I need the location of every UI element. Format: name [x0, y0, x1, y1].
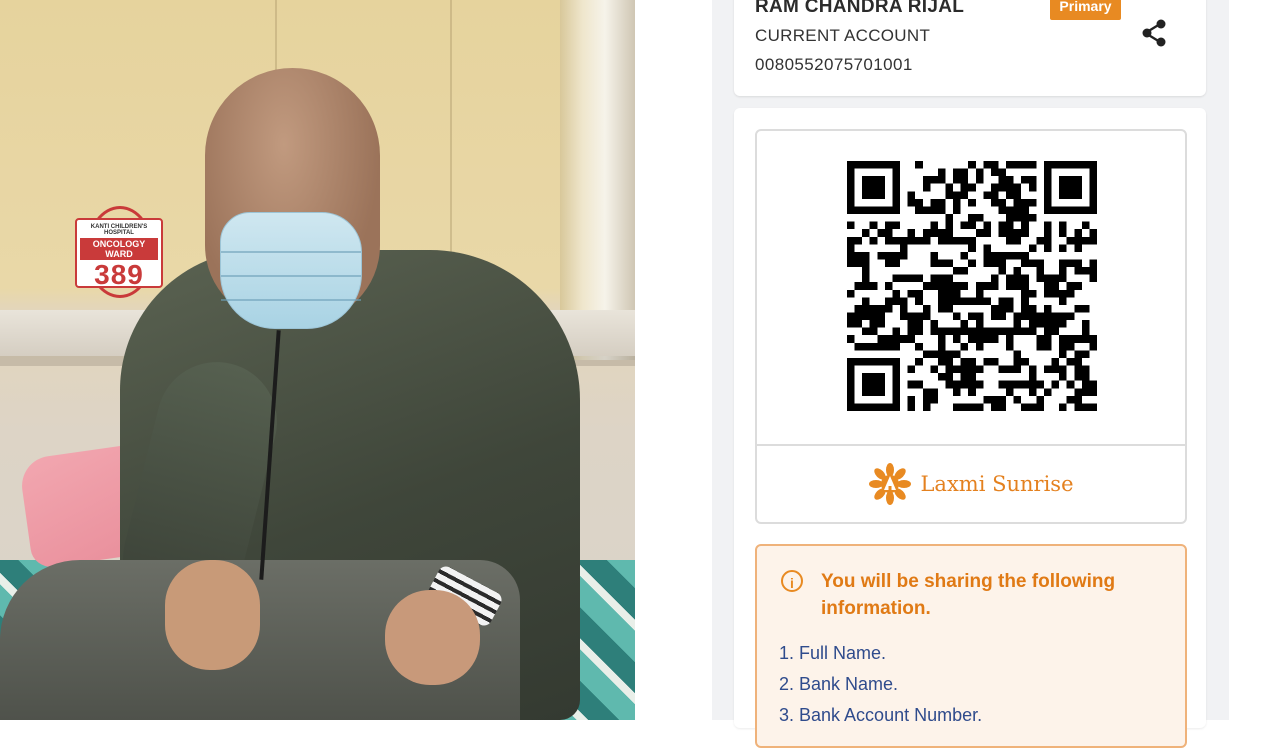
info-list-item: 2. Bank Name.: [779, 674, 899, 694]
account-card: RAM CHANDRA RIJAL Primary CURRENT ACCOUN…: [734, 0, 1206, 96]
account-number: 0080552075701001: [755, 55, 913, 74]
qr-card: Laxmi Sunrise i You will be sharing the …: [734, 108, 1206, 748]
ward-sign-hospital: KANTI CHILDREN'S HOSPITAL: [90, 224, 148, 236]
bank-branding: Laxmi Sunrise: [757, 446, 1185, 522]
qr-box: Laxmi Sunrise: [755, 129, 1187, 524]
lotus-logo-icon: [869, 463, 912, 505]
primary-badge: Primary: [1050, 0, 1121, 20]
face-mask: [220, 212, 362, 329]
window-frame: [560, 0, 635, 360]
share-icon: [1142, 19, 1166, 47]
share-button[interactable]: [1137, 16, 1171, 50]
info-notice: i You will be sharing the following info…: [755, 544, 1187, 748]
account-holder-name: RAM CHANDRA RIJAL: [755, 0, 965, 17]
info-list: 1. Full Name. 2. Bank Name. 3. Bank Acco…: [779, 638, 982, 731]
info-list-item: 3. Bank Account Number.: [779, 705, 983, 725]
qr-modules: [847, 161, 1097, 411]
qr-code[interactable]: [847, 161, 1097, 411]
account-type: CURRENT ACCOUNT: [755, 26, 931, 45]
mask-fold: [221, 275, 361, 277]
child-hand-left: [165, 560, 260, 670]
ward-sign-number: 389: [94, 259, 144, 290]
info-icon: i: [781, 570, 803, 592]
patient-photo: KANTI CHILDREN'S HOSPITAL ONCOLOGY WARD …: [0, 0, 635, 720]
ward-sign-name: ONCOLOGY WARD: [80, 238, 158, 260]
info-list-item: 1. Full Name.: [779, 643, 887, 663]
mask-fold: [221, 251, 361, 253]
child-hand-right: [385, 590, 480, 685]
mask-fold: [221, 299, 361, 301]
info-title: You will be sharing the following inform…: [821, 571, 1116, 619]
bank-name: Laxmi Sunrise: [920, 472, 1074, 496]
ward-sign: KANTI CHILDREN'S HOSPITAL ONCOLOGY WARD …: [75, 218, 163, 290]
